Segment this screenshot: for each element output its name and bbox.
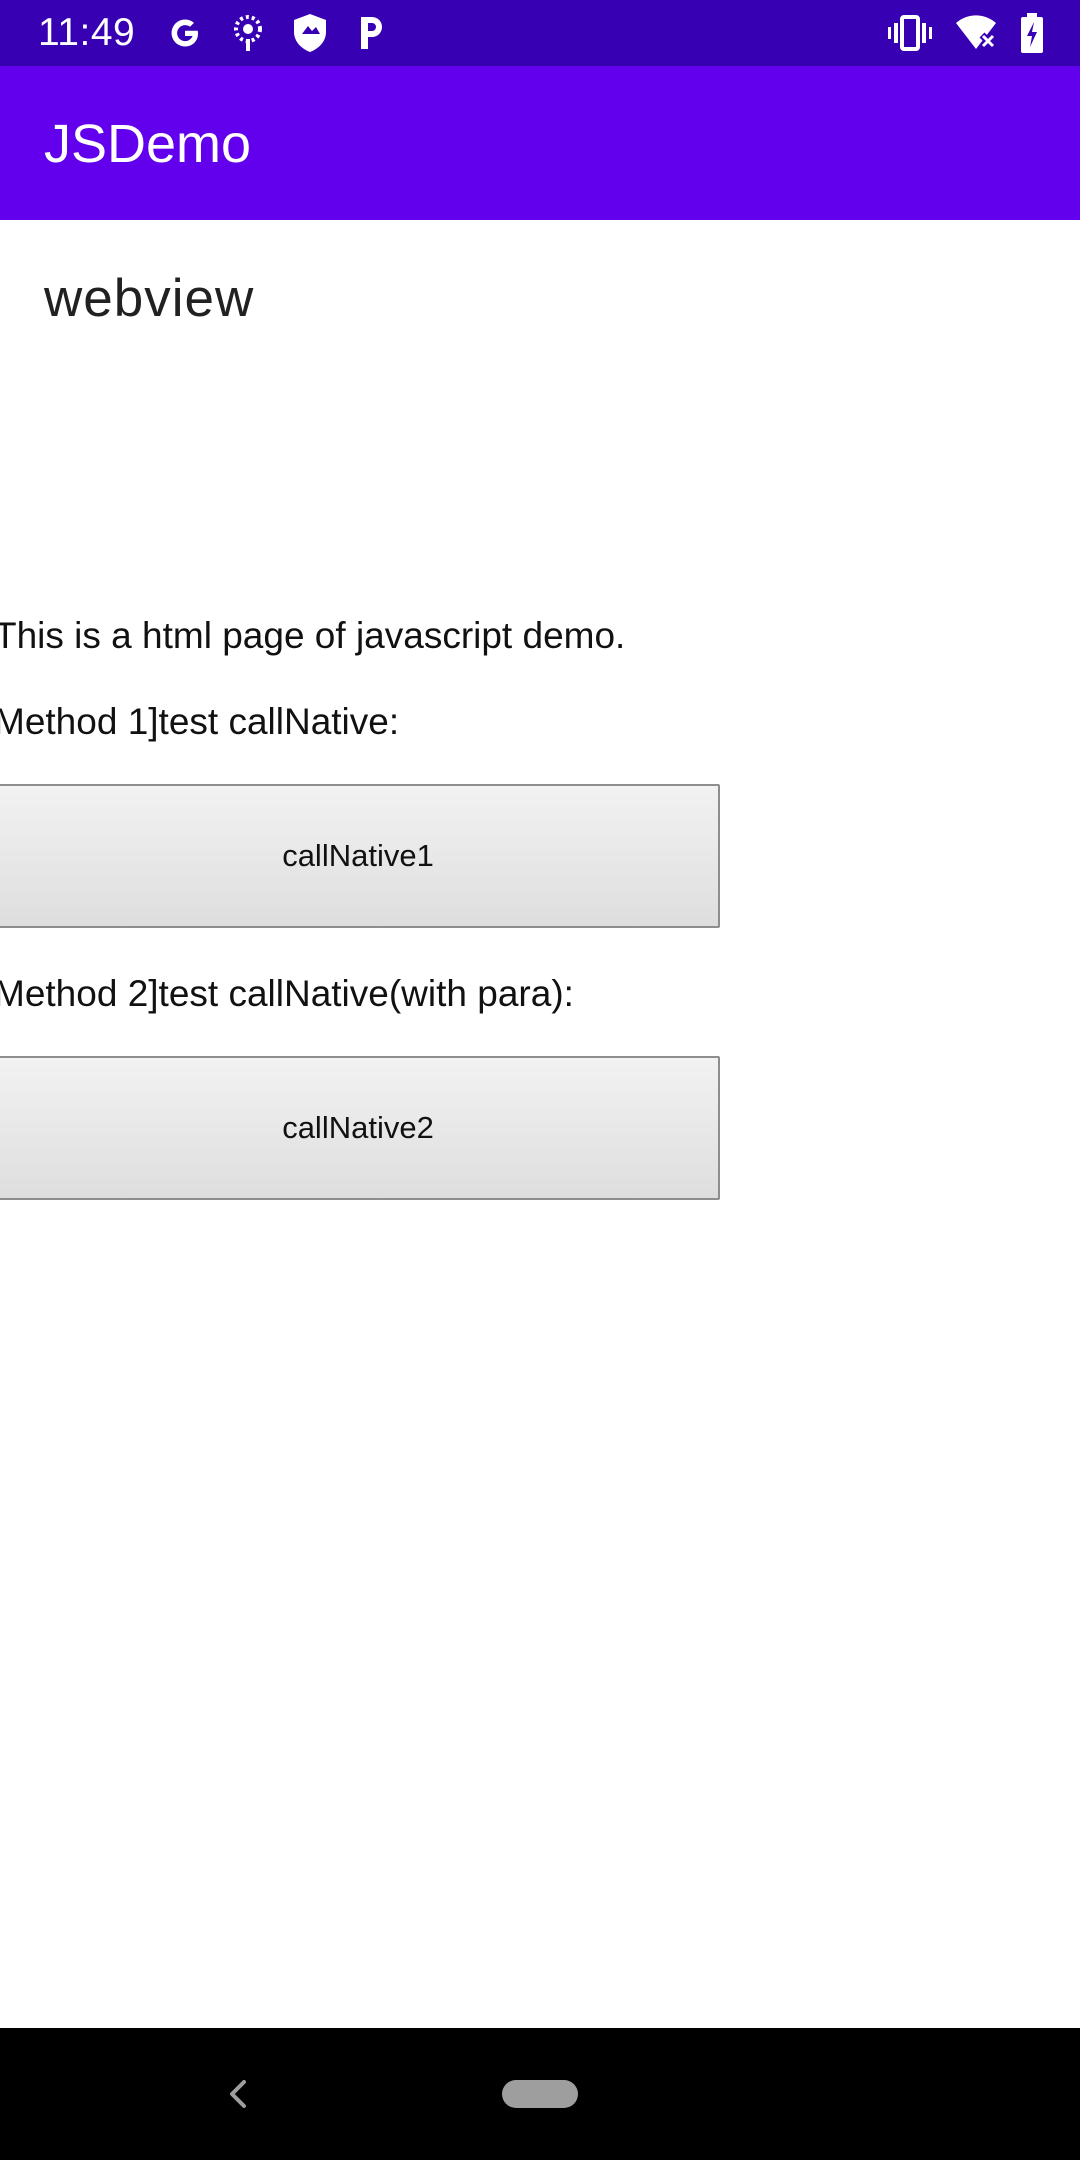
page-title: webview: [44, 269, 255, 328]
shield-icon: [291, 12, 329, 54]
app-title: JSDemo: [44, 114, 252, 174]
battery-charging-icon: [1020, 13, 1044, 53]
intro-text: This is a html page of javascript demo.: [0, 615, 626, 656]
call-native-1-button[interactable]: callNative1: [0, 784, 720, 928]
status-time: 11:49: [38, 11, 136, 54]
app-bar: JSDemo: [0, 66, 1080, 220]
navigation-bar: [0, 2028, 1080, 2160]
pinwheel-icon: [231, 13, 265, 53]
call-native-2-button[interactable]: callNative2: [0, 1056, 720, 1200]
home-pill-icon[interactable]: [502, 2080, 578, 2108]
wifi-off-icon: [954, 15, 998, 51]
p-app-icon: [355, 13, 385, 53]
google-g-icon: [165, 13, 205, 53]
method2-label: Method 2]test callNative(with para):: [0, 973, 574, 1014]
app-screen: 11:49 JSDemo webview This is a html page…: [0, 0, 1080, 2160]
method1-label: Method 1]test callNative:: [0, 701, 400, 742]
system-status-icons: [888, 12, 1044, 54]
vibrate-icon: [888, 15, 932, 51]
main-content: webview This is a html page of javascrip…: [0, 220, 1080, 2028]
status-bar: 11:49: [0, 0, 1080, 66]
notification-icons: [165, 12, 385, 54]
back-icon[interactable]: [218, 2074, 258, 2114]
